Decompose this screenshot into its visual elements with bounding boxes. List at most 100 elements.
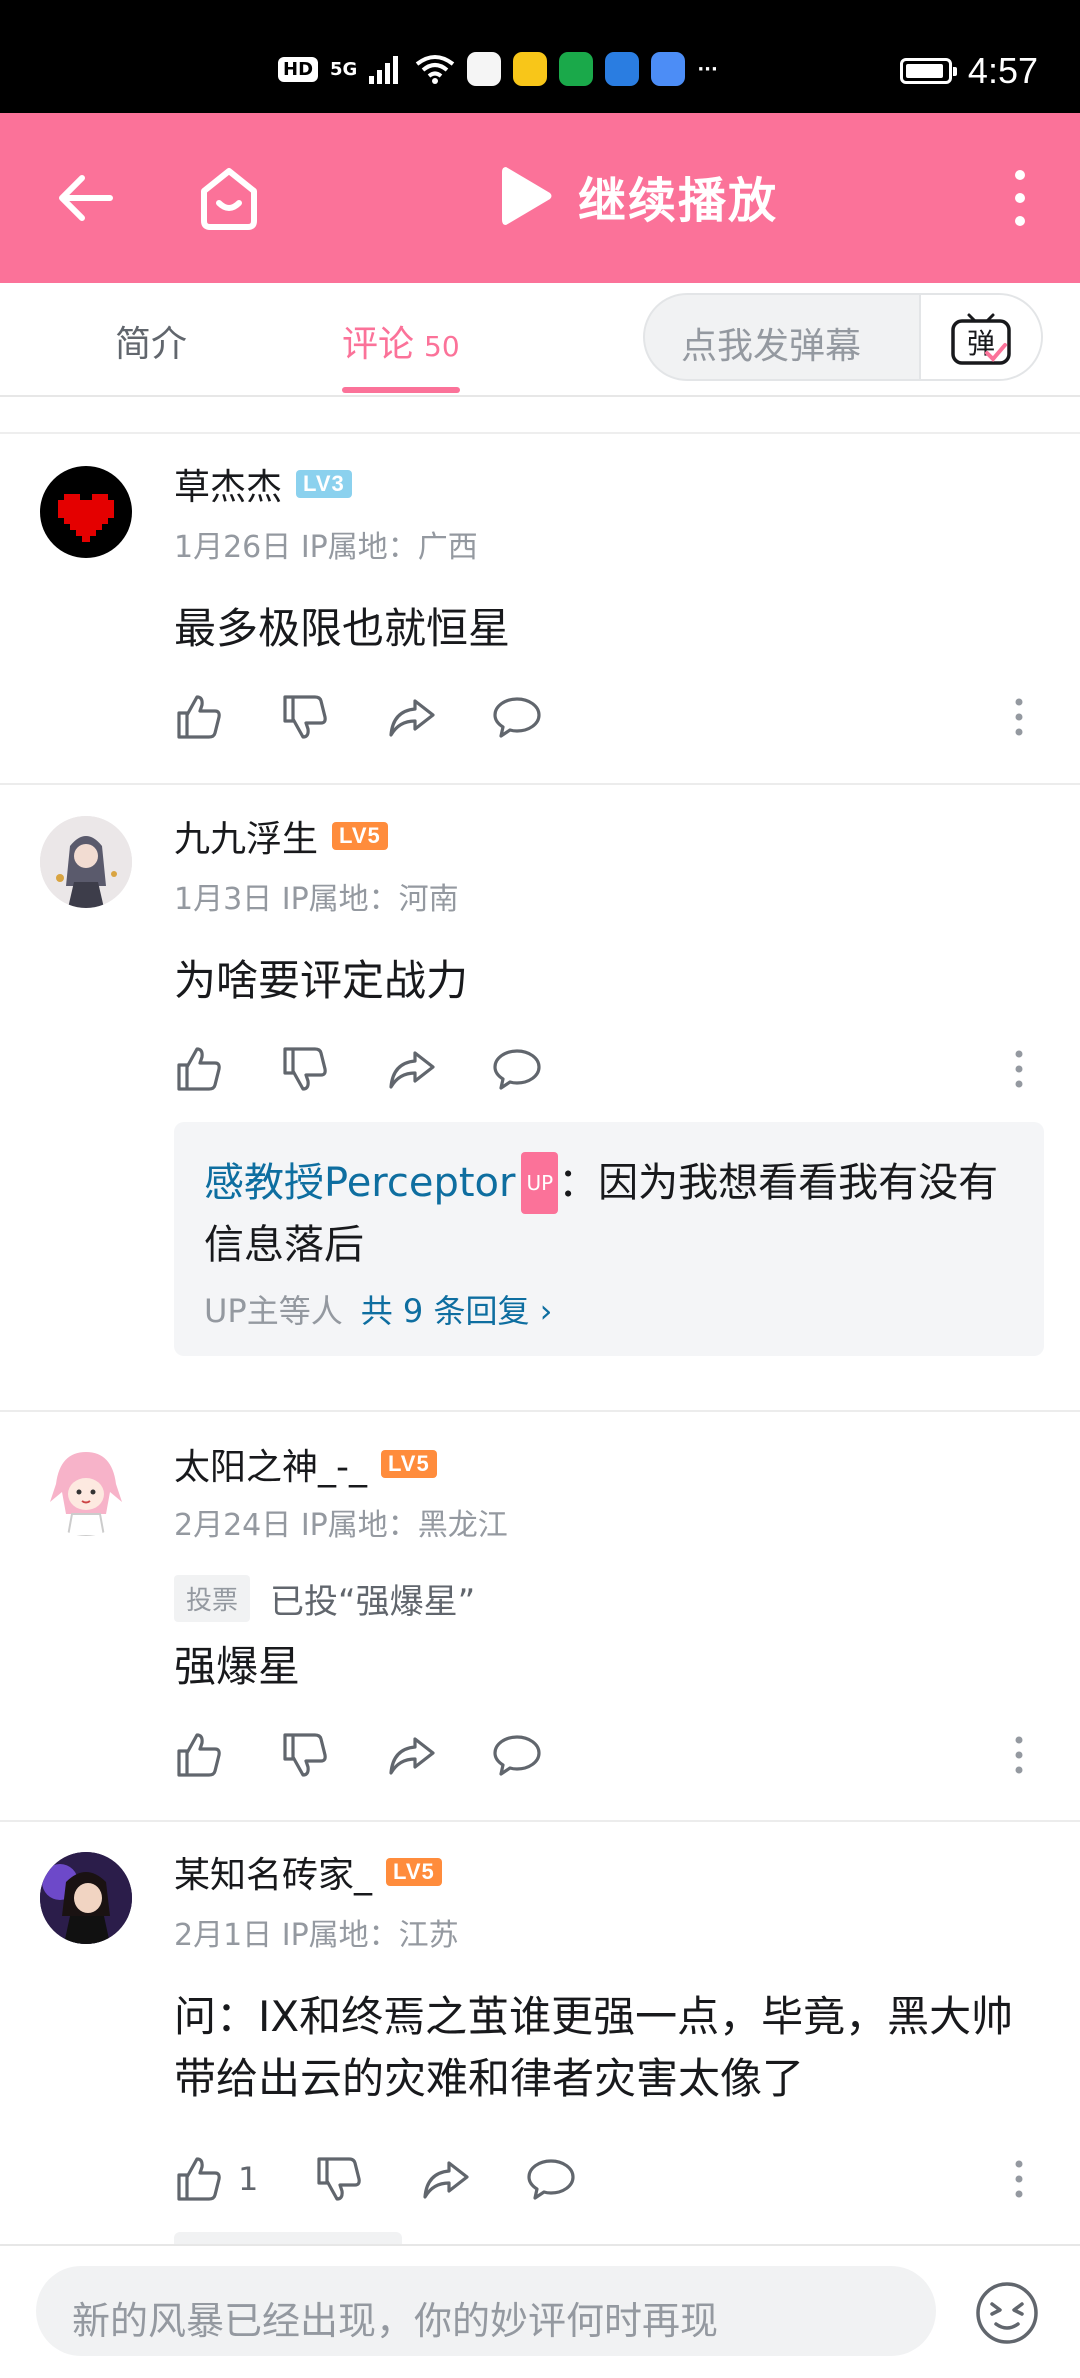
- thumbs-up-icon: [177, 1047, 221, 1091]
- comment-actions: [174, 1044, 598, 1094]
- comment-divider: [0, 783, 1080, 785]
- comment-actions: 1: [174, 2154, 632, 2204]
- comment-more-button[interactable]: [1004, 692, 1034, 742]
- comment-count: 50: [424, 330, 460, 363]
- avatar[interactable]: [40, 816, 132, 908]
- dislike-button[interactable]: [280, 692, 330, 742]
- thumbs-down-icon: [283, 695, 327, 739]
- share-button[interactable]: [420, 2154, 470, 2204]
- dark-anime-avatar: [40, 1852, 132, 1944]
- vote-tag: 投票: [174, 1575, 251, 1622]
- comment-actions: [174, 692, 598, 742]
- reply-button[interactable]: [492, 1044, 542, 1094]
- avatar[interactable]: [40, 1444, 132, 1536]
- vote-text: 已投“强爆星”: [270, 1582, 476, 1622]
- thumbs-down-icon: [283, 1047, 327, 1091]
- comment-more-button[interactable]: [1004, 1730, 1034, 1780]
- pixel-heart-avatar: [58, 494, 114, 542]
- more-vertical-icon: [1015, 698, 1023, 736]
- comment-input[interactable]: 新的风暴已经出现，你的妙评何时再现: [36, 2266, 936, 2356]
- more-vertical-icon: [1015, 1050, 1023, 1088]
- chibi-pink-avatar: [40, 1444, 132, 1536]
- clock: 4:57: [967, 50, 1038, 91]
- reply-text: 感教授Perceptor UP ：因为我想看看我有没有信息落后: [204, 1152, 1014, 1276]
- comment-text: 为啥要评定战力: [174, 956, 469, 1005]
- share-button[interactable]: [386, 1044, 436, 1094]
- share-button[interactable]: [386, 692, 436, 742]
- view-replies-link[interactable]: 共 9 条回复 ›: [361, 1292, 553, 1330]
- vote-row: 投票 已投“强爆星”: [174, 1574, 475, 1623]
- home-icon[interactable]: [192, 161, 266, 235]
- thumbs-down-icon: [317, 2157, 362, 2201]
- anime-girl-avatar: [40, 816, 132, 908]
- danmaku-tv-icon: 弹: [951, 313, 1011, 365]
- reply-button[interactable]: [492, 1730, 542, 1780]
- like-button[interactable]: [174, 1730, 224, 1780]
- user-row: 草杰杰 LV3: [174, 458, 352, 510]
- reply-button[interactable]: [526, 2154, 576, 2204]
- tab-intro[interactable]: 简介: [115, 315, 187, 367]
- danmaku-input[interactable]: 点我发弹幕 弹: [643, 293, 1043, 381]
- hd-badge: HD: [278, 56, 319, 82]
- like-button[interactable]: [174, 2154, 224, 2204]
- comment-more-button[interactable]: [1004, 2154, 1034, 2204]
- thumbs-up-icon: [177, 2157, 221, 2201]
- username[interactable]: 太阳之神_-_: [174, 1438, 367, 1490]
- comment-actions: [174, 1730, 598, 1780]
- status-bar: HD 5G ··· 4:57: [0, 0, 1080, 113]
- play-icon: [502, 167, 552, 225]
- green-app-icon: [559, 52, 594, 86]
- username[interactable]: 九九浮生: [174, 810, 318, 862]
- comment-bubble-icon: [493, 1049, 541, 1090]
- username[interactable]: 某知名砖家_: [174, 1846, 372, 1898]
- like-count: 1: [238, 2160, 259, 2198]
- dislike-button[interactable]: [280, 1044, 330, 1094]
- share-button[interactable]: [386, 1730, 436, 1780]
- weibo-app-icon: [513, 52, 548, 86]
- continue-play-button[interactable]: 继续播放: [498, 161, 778, 231]
- comment-more-button[interactable]: [1004, 1044, 1034, 1094]
- status-icons: HD 5G ···: [278, 52, 718, 86]
- emoji-icon[interactable]: [974, 2280, 1040, 2346]
- level-badge: LV5: [386, 1858, 442, 1886]
- reply-username[interactable]: 感教授Perceptor: [204, 1160, 515, 1206]
- username[interactable]: 草杰杰: [174, 458, 282, 510]
- back-arrow-icon[interactable]: [50, 163, 120, 233]
- divider: [0, 432, 1080, 434]
- comment-date: 2月24日: [174, 1508, 292, 1543]
- comment-date: 1月3日: [174, 882, 273, 917]
- level-badge: LV5: [381, 1450, 437, 1478]
- user-row: 九九浮生 LV5: [174, 810, 388, 862]
- reply-button[interactable]: [492, 692, 542, 742]
- comment-bubble-icon: [493, 1735, 541, 1776]
- more-vertical-icon[interactable]: [1000, 165, 1040, 231]
- tab-comments[interactable]: 评论 50: [342, 315, 460, 367]
- reply-preview[interactable]: 感教授Perceptor UP ：因为我想看看我有没有信息落后 UP主等人共 9 条…: [174, 1122, 1044, 1356]
- comment-text: 问：IX和终焉之茧谁更强一点，毕竟，黑大帅带给出云的灾难和律者灾害太像了: [174, 1992, 1014, 2103]
- active-tab-indicator: [342, 387, 460, 393]
- tab-comments-label: 评论: [342, 324, 415, 365]
- tab-bar: 简介 评论 50 点我发弹幕 弹: [0, 283, 1080, 397]
- avatar[interactable]: [40, 466, 132, 558]
- like-button[interactable]: [174, 1044, 224, 1094]
- danmaku-toggle-button[interactable]: 弹: [919, 295, 1041, 379]
- comment-meta: 1月26日 IP属地：广西: [174, 522, 478, 566]
- like-button[interactable]: [174, 692, 224, 742]
- comment-ip: IP属地：广西: [300, 530, 478, 565]
- reply-summary: UP主等人: [204, 1292, 343, 1330]
- comment-bubble-icon: [493, 697, 541, 738]
- share-icon: [389, 699, 435, 737]
- share-icon: [389, 1051, 435, 1089]
- level-badge: LV5: [332, 822, 388, 850]
- thumbs-up-icon: [177, 695, 221, 739]
- more-vertical-icon: [1015, 2160, 1023, 2198]
- comment-divider: [0, 1410, 1080, 1412]
- avatar[interactable]: [40, 1852, 132, 1944]
- dislike-button[interactable]: [280, 1730, 330, 1780]
- network-label: 5G: [330, 58, 358, 80]
- comment-date: 1月26日: [174, 530, 292, 565]
- dislike-button[interactable]: [314, 2154, 364, 2204]
- signal-icon: [369, 56, 399, 84]
- comment-ip: IP属地：河南: [281, 882, 459, 917]
- level-badge: LV3: [296, 470, 352, 498]
